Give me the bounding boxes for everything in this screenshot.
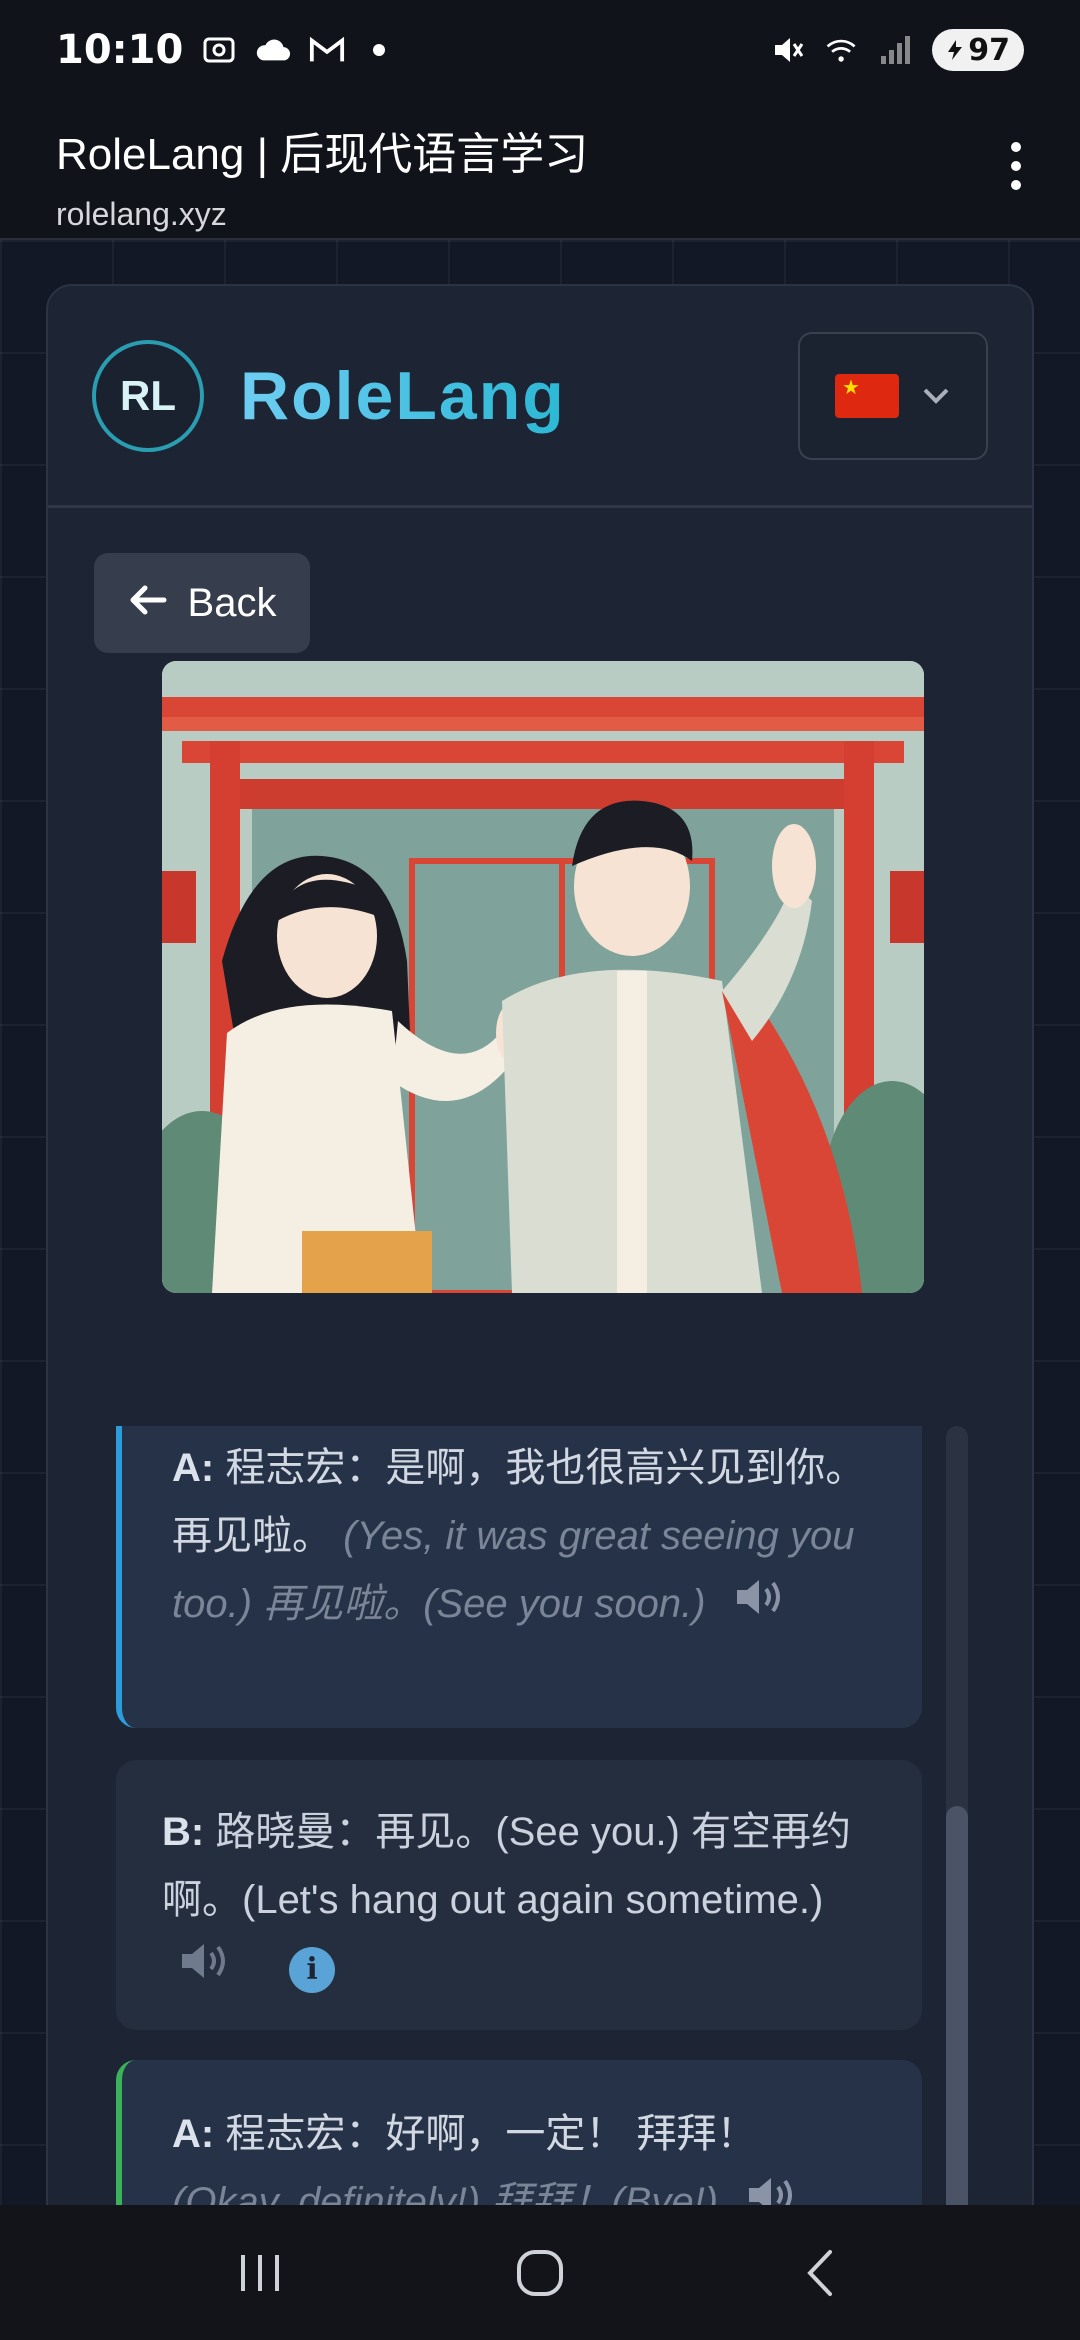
scene-illustration: [162, 661, 924, 1293]
speaker-label: A:: [172, 2112, 215, 2156]
mute-icon: [770, 34, 806, 66]
battery-level: 97: [968, 32, 1010, 68]
logo: RL: [92, 339, 204, 452]
notification-dot: [373, 44, 386, 56]
brand-name: RoleLang: [240, 357, 566, 434]
signal-icon: [878, 34, 914, 66]
wifi-icon: [824, 34, 860, 66]
app-header: RL RoleLang ★: [48, 286, 1032, 508]
line-chinese: 程志宏：好啊，一定！ 拜拜！: [225, 2112, 757, 2156]
app-card: RL RoleLang ★ Back A: 程志宏：是啊，我也很高兴见到你。 再…: [46, 284, 1034, 2205]
browser-title-bar: RoleLang | 后现代语言学习 rolelang.xyz: [0, 100, 1080, 240]
scrollbar-thumb[interactable]: [946, 1806, 968, 2205]
gmail-icon: [309, 34, 345, 66]
page-title: RoleLang | 后现代语言学习: [56, 130, 589, 179]
language-selector[interactable]: ★: [798, 331, 988, 460]
speaker-label: A:: [172, 1446, 215, 1490]
battery-icon: 97: [932, 29, 1024, 71]
speaker-icon[interactable]: [733, 1572, 793, 1640]
status-bar: 10:10 97: [0, 0, 1080, 100]
page-content: RL RoleLang ★ Back A: 程志宏：是啊，我也很高兴见到你。 再…: [0, 240, 1080, 2205]
arrow-left-icon: [128, 579, 168, 627]
line-translation: (Okay, definitely!) 拜拜！(Bye!): [172, 2180, 719, 2205]
back-button[interactable]: Back: [94, 553, 310, 653]
dialogue-line-b[interactable]: B: 路晓曼：再见。(See you.) 有空再约啊。(Let's hang o…: [116, 1760, 922, 2030]
back-nav-icon[interactable]: [775, 2228, 865, 2318]
dialogue-line-a[interactable]: A: 程志宏：是啊，我也很高兴见到你。 再见啦。 (Yes, it was gr…: [116, 1426, 922, 1728]
china-flag-icon: ★: [835, 373, 899, 418]
info-icon[interactable]: i: [289, 1947, 336, 1994]
home-icon[interactable]: [495, 2228, 585, 2318]
speaker-icon[interactable]: [745, 2170, 805, 2205]
speaker-icon[interactable]: [178, 1936, 238, 2004]
system-nav-bar: [0, 2205, 1080, 2340]
chevron-down-icon: [921, 377, 951, 414]
recent-apps-icon[interactable]: [215, 2228, 305, 2318]
speaker-label: B:: [162, 1810, 205, 1854]
dialogue-list: A: 程志宏：是啊，我也很高兴见到你。 再见啦。 (Yes, it was gr…: [48, 1426, 1032, 2205]
line-text: 路晓曼：再见。(See you.) 有空再约啊。(Let's hang out …: [162, 1810, 851, 1922]
page-url[interactable]: rolelang.xyz: [56, 196, 1024, 233]
screenshot-icon: [201, 34, 237, 66]
kebab-menu-icon[interactable]: [996, 136, 1036, 196]
status-time: 10:10: [56, 27, 184, 73]
dialogue-line-a[interactable]: A: 程志宏：好啊，一定！ 拜拜！ (Okay, definitely!) 拜拜…: [116, 2060, 922, 2205]
brand[interactable]: RL RoleLang: [92, 339, 566, 452]
back-label: Back: [187, 580, 277, 625]
cloud-icon: [255, 34, 291, 66]
